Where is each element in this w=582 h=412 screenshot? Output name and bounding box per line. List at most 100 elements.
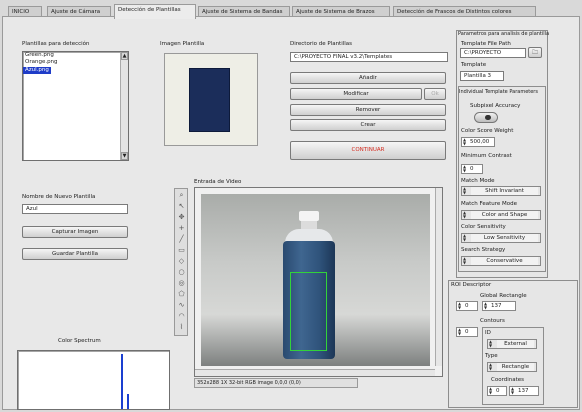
scroll-up-icon[interactable]: ▲ — [121, 52, 128, 60]
new-template-name-field[interactable]: Azul — [22, 204, 128, 214]
annulus-tool-icon[interactable]: ◎ — [177, 279, 186, 288]
arc-tool-icon[interactable]: ◠ — [177, 312, 186, 321]
line-tool-icon[interactable]: ╱ — [177, 235, 186, 244]
sensitivity-label: Color Sensitivity — [461, 224, 506, 230]
feature-mode-label: Match Feature Mode — [461, 201, 518, 207]
list-item[interactable]: Orange.png — [23, 59, 128, 66]
rotated-rect-icon[interactable]: ◇ — [177, 257, 186, 266]
coordinates-field[interactable]: ▲ ▼ 137 — [509, 386, 539, 396]
sensitivity-ring[interactable]: ▲ ▼ Low Sensitivity — [461, 233, 541, 243]
contour-id-value: External — [497, 340, 534, 348]
capture-image-button[interactable]: Capturar Imagen — [22, 226, 128, 238]
ok-button[interactable]: Ok — [424, 88, 446, 100]
contours-index[interactable]: ▲ ▼ 0 — [456, 327, 478, 337]
global-rect-field[interactable]: ▲ ▼ 137 — [482, 301, 516, 311]
video-label: Entrada de Video — [194, 179, 242, 185]
coordinates-value: 137 — [518, 388, 529, 394]
min-contrast-label: Minimum Contrast — [461, 153, 512, 159]
zoom-icon[interactable]: ⌕ — [177, 191, 186, 200]
color-spectrum-label: Color Spectrum — [58, 338, 101, 344]
global-rect-index[interactable]: ▲ ▼ 0 — [456, 301, 478, 311]
preview-label: Imagen Plantilla — [160, 41, 205, 47]
list-item[interactable]: Green.png — [23, 52, 128, 59]
match-mode-label: Match Mode — [461, 178, 495, 184]
global-rect-label: Global Rectangle — [480, 293, 527, 299]
directory-path-field[interactable]: C:\PROYECTO FINAL v3.2\Templates — [290, 52, 448, 62]
min-contrast-input[interactable]: ▲ ▼ 0 — [461, 164, 483, 174]
params-title: Parametros para analisis de plantilla — [458, 31, 550, 37]
coordinates-label: Coordinates — [491, 377, 525, 383]
stepper-icon[interactable]: ▲ ▼ — [463, 165, 466, 173]
video-image — [201, 194, 430, 366]
create-button[interactable]: Crear — [290, 119, 446, 131]
video-vscrollbar[interactable] — [435, 188, 442, 366]
pointer-icon[interactable]: ↖ — [177, 202, 186, 211]
pan-icon[interactable]: ✥ — [177, 213, 186, 222]
ring-arrows-icon[interactable]: ▲ ▼ — [489, 340, 494, 348]
feature-mode-value: Color and Shape — [471, 211, 538, 219]
oval-tool-icon[interactable]: ○ — [177, 268, 186, 277]
rectangle-tool-icon[interactable]: ▭ — [177, 246, 186, 255]
roi-title: ROI Descriptor — [451, 282, 492, 288]
strategy-value: Conservative — [471, 257, 538, 265]
bottle-neck — [301, 221, 317, 229]
templates-label: Plantillas para detección — [22, 41, 90, 47]
strategy-label: Search Strategy — [461, 247, 506, 253]
directory-label: Directorio de Plantillas — [290, 41, 353, 47]
video-status-bar: 352x288 1X 32-bit RGB image 0,0,0 (0,0) — [194, 378, 358, 388]
subpixel-toggle[interactable] — [474, 112, 498, 123]
browse-folder-icon[interactable]: 🗀 — [528, 47, 542, 58]
video-hscrollbar[interactable] — [195, 369, 435, 376]
color-weight-label: Color Score Weight — [461, 128, 514, 134]
point-tool-icon[interactable]: + — [177, 224, 186, 233]
stepper-icon[interactable]: ▲ ▼ — [463, 138, 466, 146]
add-button[interactable]: Añadir — [290, 72, 446, 84]
scroll-down-icon[interactable]: ▼ — [121, 152, 128, 160]
ring-arrows-icon[interactable]: ▲ ▼ — [489, 363, 494, 371]
contours-label: Contours — [480, 318, 505, 324]
template-path-field[interactable]: C:\PROYECTO — [460, 48, 526, 58]
match-mode-ring[interactable]: ▲ ▼ Shift Invariant — [461, 186, 541, 196]
coordinates-index-value: 0 — [496, 388, 500, 394]
polygon-tool-icon[interactable]: ⬠ — [177, 290, 186, 299]
bottle-cap — [299, 211, 319, 221]
video-display[interactable] — [194, 187, 443, 377]
templates-listbox[interactable]: Green.png Orange.png Azul.png ▲ ▼ — [22, 51, 129, 161]
template-preview — [164, 53, 258, 146]
strategy-ring[interactable]: ▲ ▼ Conservative — [461, 256, 541, 266]
save-template-button[interactable]: Guardar Plantilla — [22, 248, 128, 260]
stepper-icon[interactable]: ▲ ▼ — [484, 302, 487, 310]
stepper-icon[interactable]: ▲ ▼ — [458, 328, 461, 336]
template-path-label: Template File Path — [461, 41, 511, 47]
color-spectrum-graph — [17, 350, 170, 410]
feature-mode-ring[interactable]: ▲ ▼ Color and Shape — [461, 210, 541, 220]
global-rect-index-value: 0 — [465, 303, 469, 309]
freehand-tool-icon[interactable]: ∿ — [177, 301, 186, 310]
coordinates-index[interactable]: ▲ ▼ 0 — [487, 386, 507, 396]
color-weight-input[interactable]: ▲ ▼ 500,00 — [461, 137, 495, 147]
sensitivity-value: Low Sensitivity — [471, 234, 538, 242]
subpixel-label: Subpixel Accuracy — [470, 103, 521, 109]
contour-id-ring[interactable]: ▲ ▼ External — [487, 339, 537, 349]
match-mode-value: Shift Invariant — [471, 187, 538, 195]
template-name-field[interactable]: Plantilla 3 — [460, 71, 504, 81]
detection-rectangle — [290, 272, 327, 351]
list-item-selected[interactable]: Azul.png — [23, 67, 51, 74]
ring-arrows-icon[interactable]: ▲ ▼ — [463, 257, 468, 265]
spectrum-bar-secondary — [127, 394, 129, 409]
remove-button[interactable]: Remover — [290, 104, 446, 116]
broken-line-icon[interactable]: ⌇ — [177, 323, 186, 332]
tab-deteccion-plantillas[interactable]: Detección de Plantillas — [114, 4, 196, 19]
ring-arrows-icon[interactable]: ▲ ▼ — [463, 234, 468, 242]
ring-arrows-icon[interactable]: ▲ ▼ — [463, 211, 468, 219]
stepper-icon[interactable]: ▲ ▼ — [511, 387, 514, 395]
templates-scrollbar[interactable]: ▲ ▼ — [120, 52, 128, 160]
continue-button[interactable]: CONTINUAR — [290, 141, 446, 160]
image-tools-palette: ⌕ ↖ ✥ + ╱ ▭ ◇ ○ ◎ ⬠ ∿ ◠ ⌇ — [174, 188, 188, 336]
contour-type-ring[interactable]: ▲ ▼ Rectangle — [487, 362, 537, 372]
ring-arrows-icon[interactable]: ▲ ▼ — [463, 187, 468, 195]
global-rect-value: 137 — [491, 303, 502, 309]
modify-button[interactable]: Modificar — [290, 88, 422, 100]
stepper-icon[interactable]: ▲ ▼ — [489, 387, 492, 395]
stepper-icon[interactable]: ▲ ▼ — [458, 302, 461, 310]
